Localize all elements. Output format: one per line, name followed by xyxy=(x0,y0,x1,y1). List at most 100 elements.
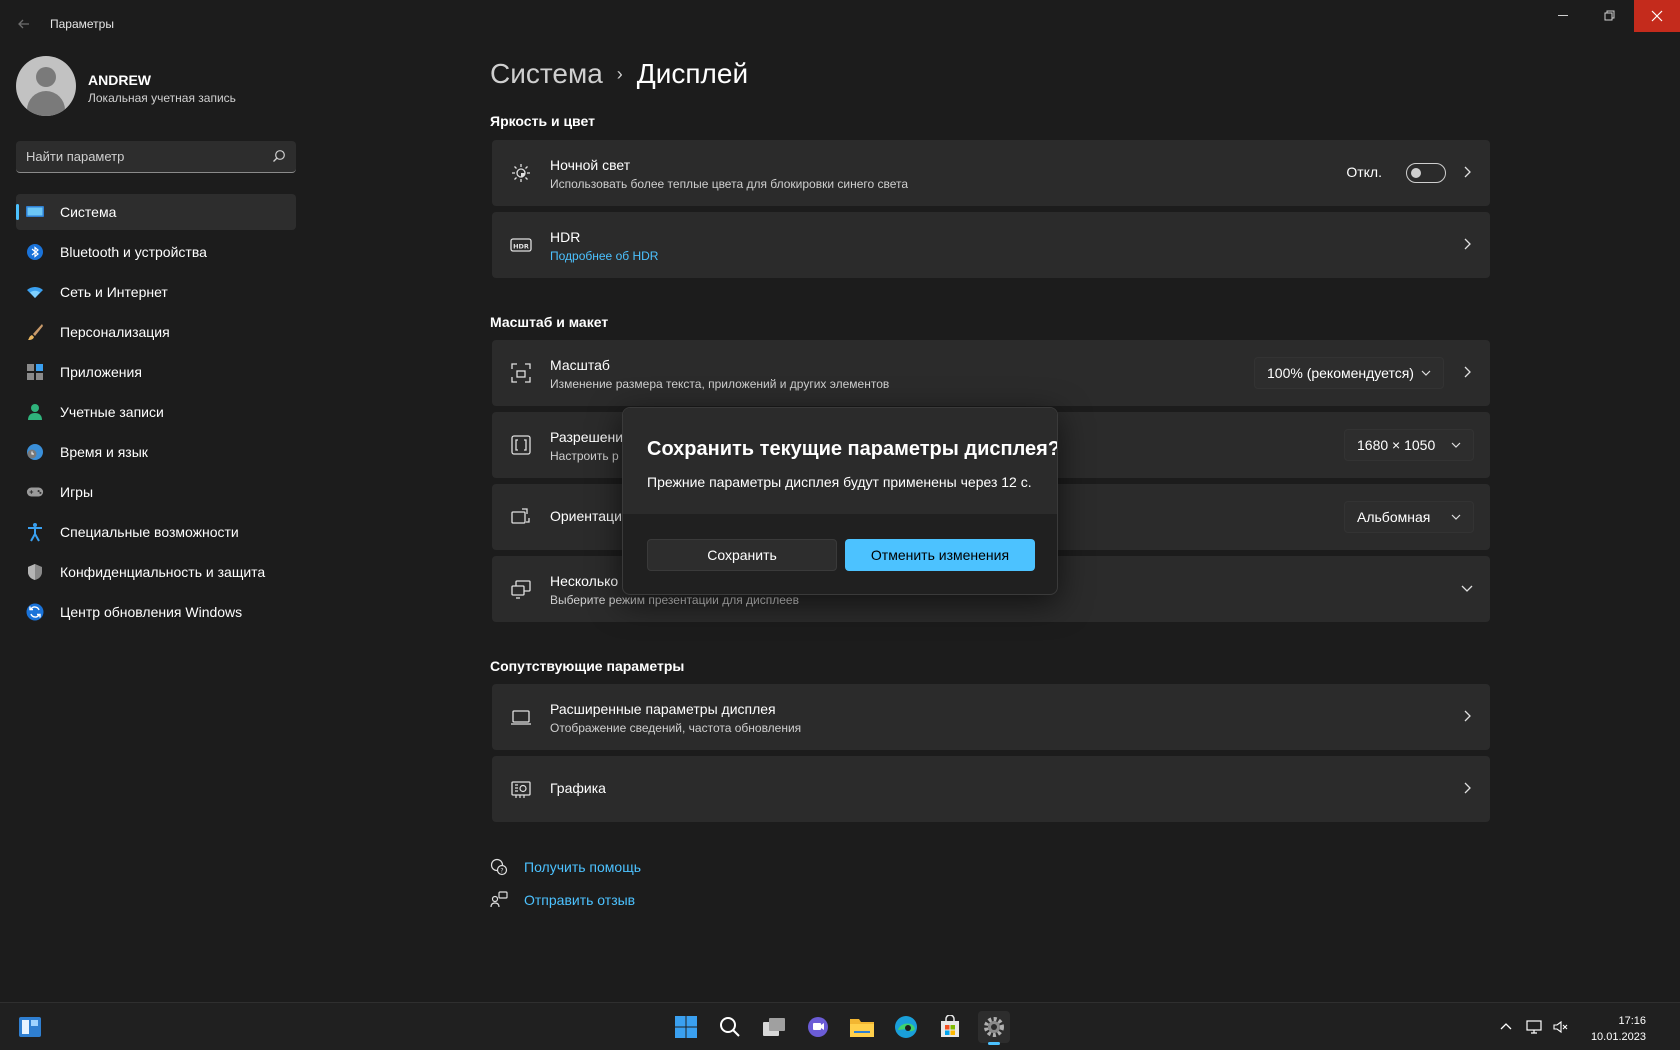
dialog-message: Прежние параметры дисплея будут применен… xyxy=(647,474,1032,490)
keep-display-settings-dialog: Сохранить текущие параметры дисплея? Пре… xyxy=(622,407,1058,595)
bluetooth-icon xyxy=(26,243,44,261)
sidebar-item-time-language[interactable]: Время и язык xyxy=(16,434,296,470)
account-icon xyxy=(26,403,44,421)
search-icon[interactable] xyxy=(272,149,286,163)
sidebar-item-label: Конфиденциальность и защита xyxy=(60,564,266,580)
dialog-content-area xyxy=(623,408,1057,514)
sidebar-nav: Система Bluetooth и устройства Сеть и Ин… xyxy=(16,194,296,634)
close-button[interactable] xyxy=(1634,0,1680,32)
sidebar-item-label: Bluetooth и устройства xyxy=(60,244,207,260)
sidebar-item-label: Сеть и Интернет xyxy=(60,284,168,300)
breadcrumb-separator: › xyxy=(616,63,623,84)
task-view-icon[interactable] xyxy=(758,1011,790,1043)
search-input[interactable] xyxy=(26,141,266,172)
update-icon xyxy=(26,603,44,621)
avatar[interactable] xyxy=(16,56,76,116)
search-icon[interactable] xyxy=(714,1011,746,1043)
hdr-learn-more-link[interactable]: Подробнее об HDR xyxy=(550,249,658,263)
sidebar-item-gaming[interactable]: Игры xyxy=(16,474,296,510)
orientation-value: Альбомная xyxy=(1357,509,1431,525)
chevron-down-icon[interactable] xyxy=(1460,582,1474,594)
gamepad-icon xyxy=(26,483,44,501)
help-icon: ? xyxy=(490,858,508,876)
dialog-title: Сохранить текущие параметры дисплея? xyxy=(647,438,1058,460)
scale-card[interactable]: Масштаб Изменение размера текста, прилож… xyxy=(492,340,1490,406)
title-bar: Параметры xyxy=(0,0,1680,46)
clock[interactable]: 17:16 10.01.2023 xyxy=(1591,1013,1646,1045)
sidebar-item-bluetooth[interactable]: Bluetooth и устройства xyxy=(16,234,296,270)
get-help-link[interactable]: ? Получить помощь xyxy=(490,858,641,876)
advanced-display-subtitle: Отображение сведений, частота обновления xyxy=(550,721,802,735)
night-light-title: Ночной свет xyxy=(550,157,631,173)
resolution-icon xyxy=(511,435,531,455)
wifi-icon xyxy=(26,283,44,301)
sidebar-item-accounts[interactable]: Учетные записи xyxy=(16,394,296,430)
restore-button[interactable] xyxy=(1588,0,1632,32)
sidebar-item-accessibility[interactable]: Специальные возможности xyxy=(16,514,296,550)
sidebar-item-system[interactable]: Система xyxy=(16,194,296,230)
hdr-card[interactable]: HDR HDR Подробнее об HDR xyxy=(492,212,1490,278)
advanced-display-card[interactable]: Расширенные параметры дисплея Отображени… xyxy=(492,684,1490,750)
send-feedback-link[interactable]: Отправить отзыв xyxy=(490,891,635,909)
feedback-icon xyxy=(490,891,508,908)
account-type: Локальная учетная запись xyxy=(88,91,236,105)
multiple-displays-icon xyxy=(511,580,531,599)
chat-icon[interactable] xyxy=(802,1011,834,1043)
sidebar-item-label: Приложения xyxy=(60,364,142,380)
apps-icon xyxy=(26,363,44,381)
store-icon[interactable] xyxy=(934,1011,966,1043)
start-icon[interactable] xyxy=(670,1011,702,1043)
chevron-right-icon xyxy=(1464,238,1471,250)
chevron-up-icon[interactable] xyxy=(1498,1019,1514,1035)
monitor-icon xyxy=(511,710,531,725)
chevron-down-icon xyxy=(1451,514,1461,520)
orientation-dropdown[interactable]: Альбомная xyxy=(1344,501,1474,533)
section-title-brightness: Яркость и цвет xyxy=(490,113,595,129)
svg-text:?: ? xyxy=(500,868,503,875)
sidebar-item-label: Игры xyxy=(60,484,94,500)
save-button[interactable]: Сохранить xyxy=(647,539,837,571)
taskbar: 17:16 10.01.2023 xyxy=(0,1002,1680,1050)
minimize-button[interactable] xyxy=(1542,0,1586,32)
sidebar-item-label: Время и язык xyxy=(60,444,148,460)
widgets-icon[interactable] xyxy=(14,1011,46,1043)
orientation-icon xyxy=(511,508,530,524)
back-arrow-icon[interactable] xyxy=(12,12,36,36)
graphics-card[interactable]: Графика xyxy=(492,756,1490,822)
clock-time: 17:16 xyxy=(1618,1015,1646,1027)
settings-icon[interactable] xyxy=(978,1011,1010,1045)
file-explorer-icon[interactable] xyxy=(846,1011,878,1043)
chevron-down-icon xyxy=(1421,370,1431,376)
shield-icon xyxy=(26,563,44,581)
sidebar-item-label: Специальные возможности xyxy=(60,524,239,540)
volume-muted-icon[interactable] xyxy=(1552,1019,1568,1035)
breadcrumb: Система › Дисплей xyxy=(490,58,748,90)
revert-changes-button[interactable]: Отменить изменения xyxy=(845,539,1035,571)
sidebar-item-network[interactable]: Сеть и Интернет xyxy=(16,274,296,310)
graphics-card-icon xyxy=(511,781,531,798)
graphics-title: Графика xyxy=(550,780,606,796)
night-light-card[interactable]: Ночной свет Использовать более теплые цв… xyxy=(492,140,1490,206)
accessibility-icon xyxy=(26,523,44,542)
section-title-related: Сопутствующие параметры xyxy=(490,658,685,674)
brightness-icon xyxy=(512,164,530,182)
sidebar-item-apps[interactable]: Приложения xyxy=(16,354,296,390)
display-tray-icon[interactable] xyxy=(1526,1019,1542,1035)
app-title: Параметры xyxy=(50,17,114,31)
scale-dropdown[interactable]: 100% (рекомендуется) xyxy=(1254,357,1444,389)
section-title-scale-layout: Масштаб и макет xyxy=(490,314,609,330)
resolution-dropdown[interactable]: 1680 × 1050 xyxy=(1344,429,1474,461)
sidebar-item-privacy[interactable]: Конфиденциальность и защита xyxy=(16,554,296,590)
hdr-icon: HDR xyxy=(510,238,532,252)
sidebar-item-windows-update[interactable]: Центр обновления Windows xyxy=(16,594,296,630)
time-language-icon xyxy=(26,443,44,461)
edge-icon[interactable] xyxy=(890,1011,922,1043)
sidebar-item-label: Учетные записи xyxy=(60,404,164,420)
night-light-toggle[interactable] xyxy=(1406,163,1446,183)
advanced-display-title: Расширенные параметры дисплея xyxy=(550,701,776,717)
sidebar-item-personalization[interactable]: Персонализация xyxy=(16,314,296,350)
resolution-title: Разрешени xyxy=(550,429,624,445)
clock-date: 10.01.2023 xyxy=(1590,1031,1646,1043)
sidebar-item-label: Система xyxy=(60,204,117,220)
breadcrumb-parent[interactable]: Система xyxy=(490,58,603,90)
